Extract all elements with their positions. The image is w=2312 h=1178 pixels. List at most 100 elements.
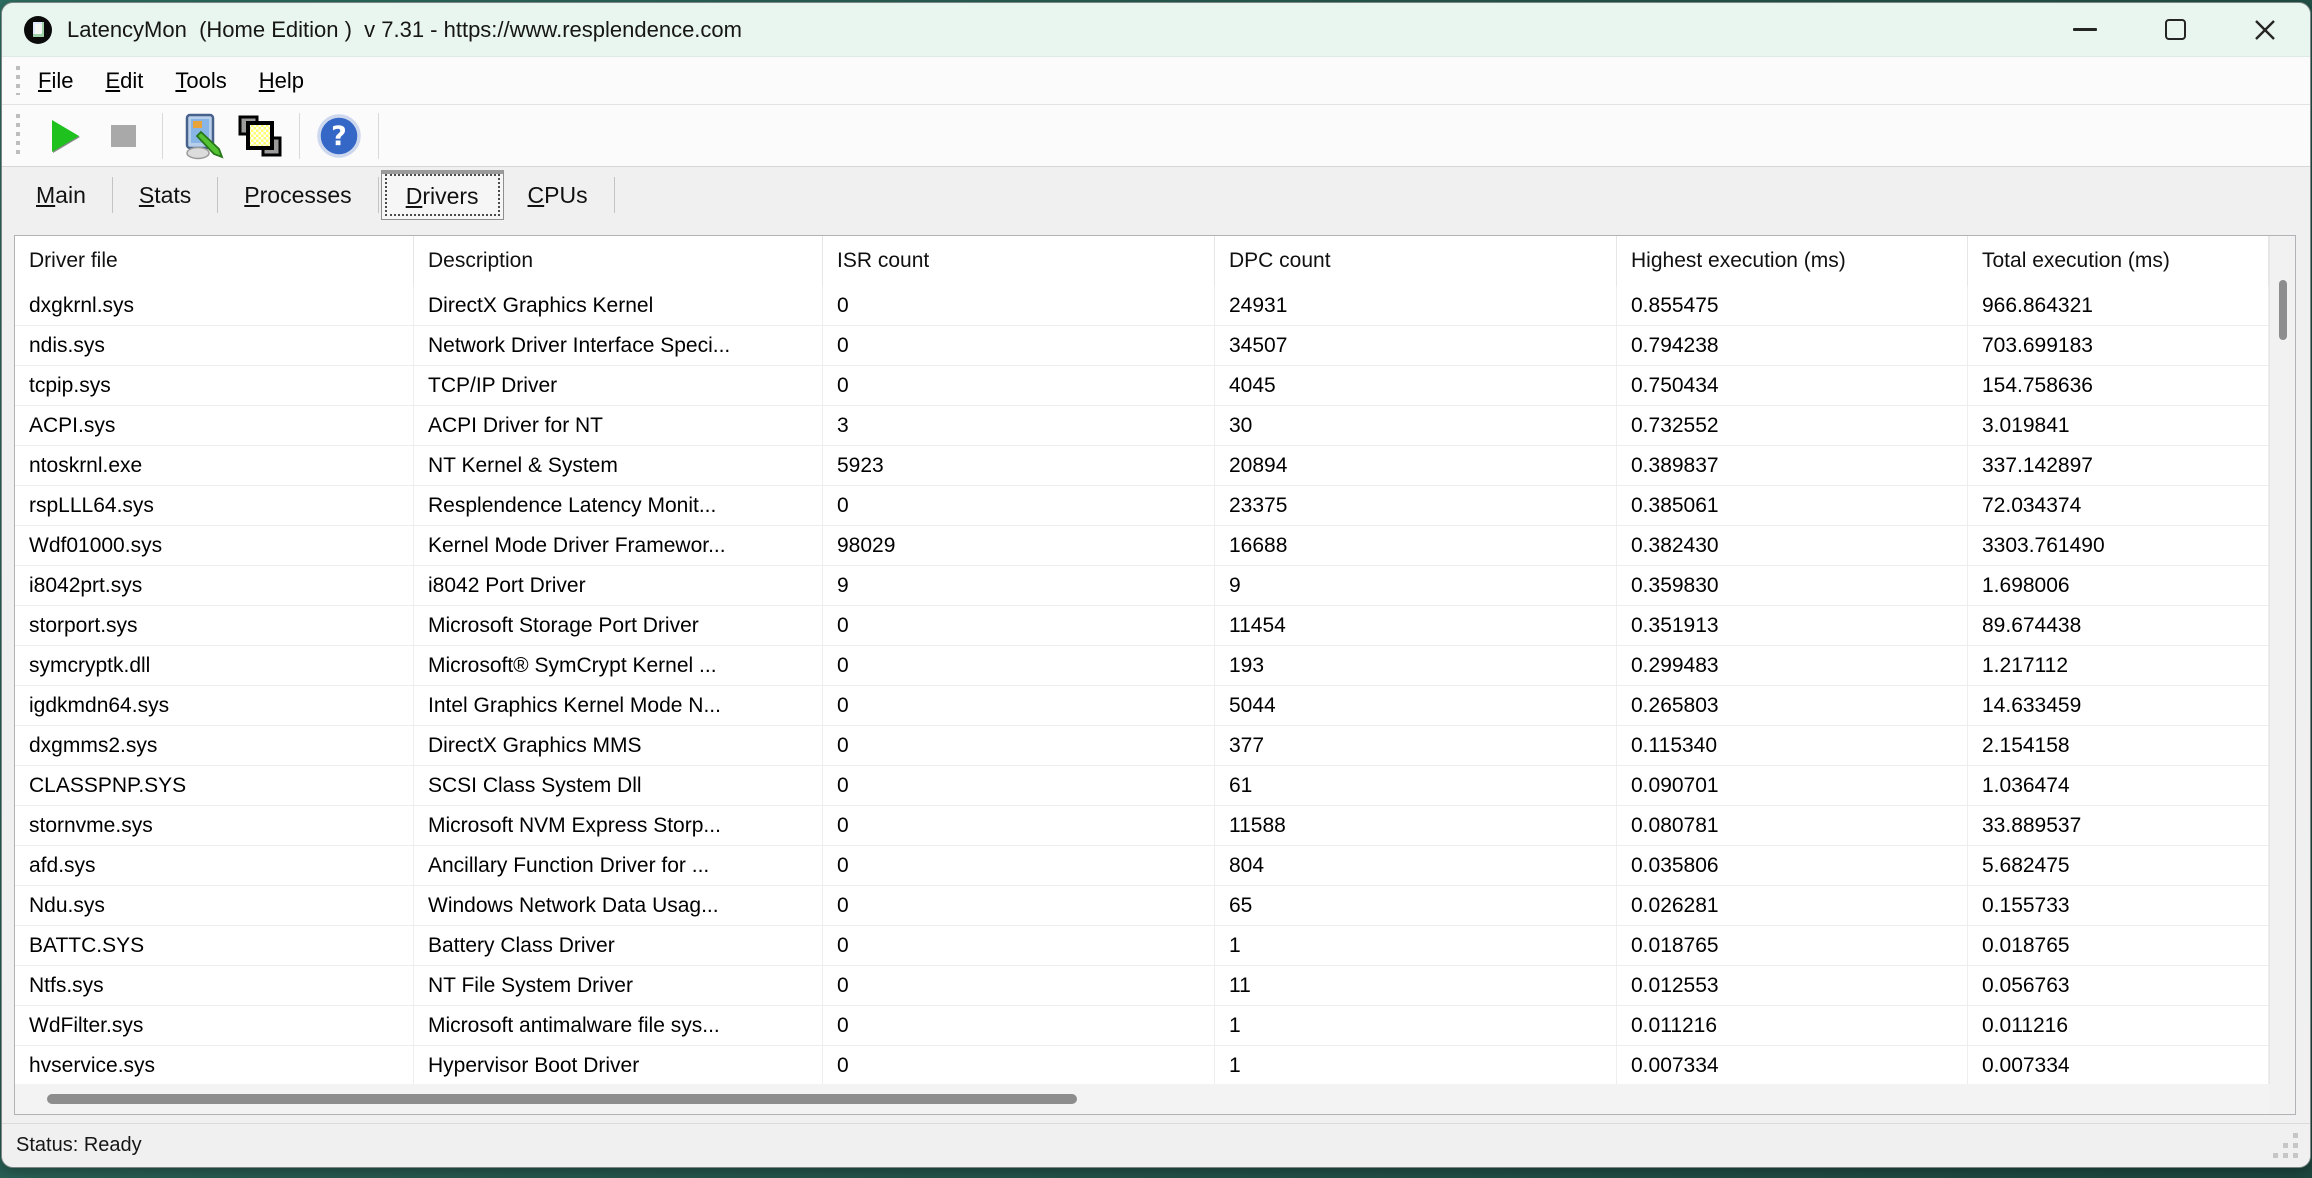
cell-driver-file: Ntfs.sys: [15, 966, 414, 1005]
maximize-button[interactable]: [2130, 3, 2220, 56]
cell-total-execution: 0.007334: [1968, 1046, 2269, 1084]
cell-description: Ancillary Function Driver for ...: [414, 846, 823, 885]
cell-description: NT File System Driver: [414, 966, 823, 1005]
cell-isr-count: 0: [823, 766, 1215, 805]
table-row[interactable]: i8042prt.sys i8042 Port Driver 9 9 0.359…: [15, 566, 2269, 606]
cell-driver-file: rspLLL64.sys: [15, 486, 414, 525]
cell-dpc-count: 1: [1215, 926, 1617, 965]
column-description[interactable]: Description: [414, 236, 823, 286]
cell-description: Microsoft® SymCrypt Kernel ...: [414, 646, 823, 685]
cell-driver-file: hvservice.sys: [15, 1046, 414, 1084]
table-row[interactable]: storport.sys Microsoft Storage Port Driv…: [15, 606, 2269, 646]
cell-description: Hypervisor Boot Driver: [414, 1046, 823, 1084]
table-row[interactable]: afd.sys Ancillary Function Driver for ..…: [15, 846, 2269, 886]
horizontal-scrollbar-thumb[interactable]: [47, 1094, 1077, 1104]
cell-total-execution: 72.034374: [1968, 486, 2269, 525]
cell-total-execution: 966.864321: [1968, 286, 2269, 325]
menu-file[interactable]: File: [38, 68, 73, 94]
cell-highest-execution: 0.265803: [1617, 686, 1968, 725]
cell-description: SCSI Class System Dll: [414, 766, 823, 805]
cell-dpc-count: 1: [1215, 1006, 1617, 1045]
window-title: LatencyMon (Home Edition ) v 7.31 - http…: [67, 17, 742, 43]
table-row[interactable]: ACPI.sys ACPI Driver for NT 3 30 0.73255…: [15, 406, 2269, 446]
tab-drivers[interactable]: Drivers: [381, 170, 504, 220]
cell-driver-file: dxgkrnl.sys: [15, 286, 414, 325]
table-row[interactable]: dxgkrnl.sys DirectX Graphics Kernel 0 24…: [15, 286, 2269, 326]
cell-isr-count: 5923: [823, 446, 1215, 485]
column-highest-execution[interactable]: Highest execution (ms): [1617, 236, 1968, 286]
column-isr-count[interactable]: ISR count: [823, 236, 1215, 286]
toolbar-grip[interactable]: [16, 114, 20, 157]
table-row[interactable]: Wdf01000.sys Kernel Mode Driver Framewor…: [15, 526, 2269, 566]
column-driver-file[interactable]: Driver file: [15, 236, 414, 286]
table-row[interactable]: igdkmdn64.sys Intel Graphics Kernel Mode…: [15, 686, 2269, 726]
menu-help[interactable]: Help: [259, 68, 304, 94]
stop-monitor-button[interactable]: [94, 111, 152, 161]
tab-main[interactable]: Main: [12, 172, 110, 218]
horizontal-scrollbar[interactable]: [15, 1084, 2269, 1114]
cell-description: i8042 Port Driver: [414, 566, 823, 605]
cell-description: Resplendence Latency Monit...: [414, 486, 823, 525]
status-text: Status: Ready: [16, 1134, 142, 1157]
column-dpc-count[interactable]: DPC count: [1215, 236, 1617, 286]
tab-processes[interactable]: Processes: [220, 172, 375, 218]
table-row[interactable]: ntoskrnl.exe NT Kernel & System 5923 208…: [15, 446, 2269, 486]
menu-tools[interactable]: Tools: [175, 68, 226, 94]
cell-description: NT Kernel & System: [414, 446, 823, 485]
scrollbar-corner: [2269, 1084, 2295, 1114]
minimize-button[interactable]: [2040, 3, 2130, 56]
cell-driver-file: tcpip.sys: [15, 366, 414, 405]
cell-total-execution: 0.056763: [1968, 966, 2269, 1005]
cell-isr-count: 3: [823, 406, 1215, 445]
cell-driver-file: stornvme.sys: [15, 806, 414, 845]
cell-total-execution: 703.699183: [1968, 326, 2269, 365]
table-row[interactable]: WdFilter.sys Microsoft antimalware file …: [15, 1006, 2269, 1046]
table-row[interactable]: Ntfs.sys NT File System Driver 0 11 0.01…: [15, 966, 2269, 1006]
help-button[interactable]: ?: [310, 111, 368, 161]
cell-driver-file: storport.sys: [15, 606, 414, 645]
table-row[interactable]: hvservice.sys Hypervisor Boot Driver 0 1…: [15, 1046, 2269, 1084]
options-button[interactable]: [173, 111, 231, 161]
cell-highest-execution: 0.007334: [1617, 1046, 1968, 1084]
table-row[interactable]: CLASSPNP.SYS SCSI Class System Dll 0 61 …: [15, 766, 2269, 806]
table-row[interactable]: BATTC.SYS Battery Class Driver 0 1 0.018…: [15, 926, 2269, 966]
tab-bar: Main Stats Processes Drivers CPUs: [2, 167, 2310, 223]
vertical-scrollbar-thumb[interactable]: [2279, 280, 2287, 340]
toolbar-separator: [162, 113, 163, 159]
svg-text:?: ?: [331, 121, 347, 152]
cell-total-execution: 154.758636: [1968, 366, 2269, 405]
tab-cpus[interactable]: CPUs: [504, 172, 612, 218]
column-total-execution[interactable]: Total execution (ms): [1968, 236, 2269, 286]
cell-total-execution: 3303.761490: [1968, 526, 2269, 565]
table-row[interactable]: symcryptk.dll Microsoft® SymCrypt Kernel…: [15, 646, 2269, 686]
table-row[interactable]: ndis.sys Network Driver Interface Speci.…: [15, 326, 2269, 366]
stop-icon: [111, 125, 136, 147]
cell-highest-execution: 0.018765: [1617, 926, 1968, 965]
cell-dpc-count: 11: [1215, 966, 1617, 1005]
menu-bar: File Edit Tools Help: [2, 57, 2310, 105]
resize-grip-icon[interactable]: [2293, 1153, 2298, 1158]
tab-stats[interactable]: Stats: [115, 172, 215, 218]
table-row[interactable]: tcpip.sys TCP/IP Driver 0 4045 0.750434 …: [15, 366, 2269, 406]
cell-isr-count: 0: [823, 806, 1215, 845]
stacked-windows-icon: [236, 112, 284, 160]
menu-edit[interactable]: Edit: [105, 68, 143, 94]
cell-dpc-count: 5044: [1215, 686, 1617, 725]
table-row[interactable]: dxgmms2.sys DirectX Graphics MMS 0 377 0…: [15, 726, 2269, 766]
cell-isr-count: 0: [823, 966, 1215, 1005]
close-icon: [2252, 17, 2278, 43]
stacked-windows-button[interactable]: [231, 111, 289, 161]
toolbar-separator: [378, 113, 379, 159]
vertical-scrollbar[interactable]: [2269, 236, 2295, 1084]
table-row[interactable]: rspLLL64.sys Resplendence Latency Monit.…: [15, 486, 2269, 526]
start-monitor-button[interactable]: [36, 111, 94, 161]
menubar-grip[interactable]: [16, 66, 20, 95]
cell-dpc-count: 61: [1215, 766, 1617, 805]
table-row[interactable]: stornvme.sys Microsoft NVM Express Storp…: [15, 806, 2269, 846]
cell-driver-file: WdFilter.sys: [15, 1006, 414, 1045]
table-row[interactable]: Ndu.sys Windows Network Data Usag... 0 6…: [15, 886, 2269, 926]
cell-description: ACPI Driver for NT: [414, 406, 823, 445]
close-button[interactable]: [2220, 3, 2310, 56]
cell-description: Microsoft Storage Port Driver: [414, 606, 823, 645]
cell-isr-count: 0: [823, 486, 1215, 525]
